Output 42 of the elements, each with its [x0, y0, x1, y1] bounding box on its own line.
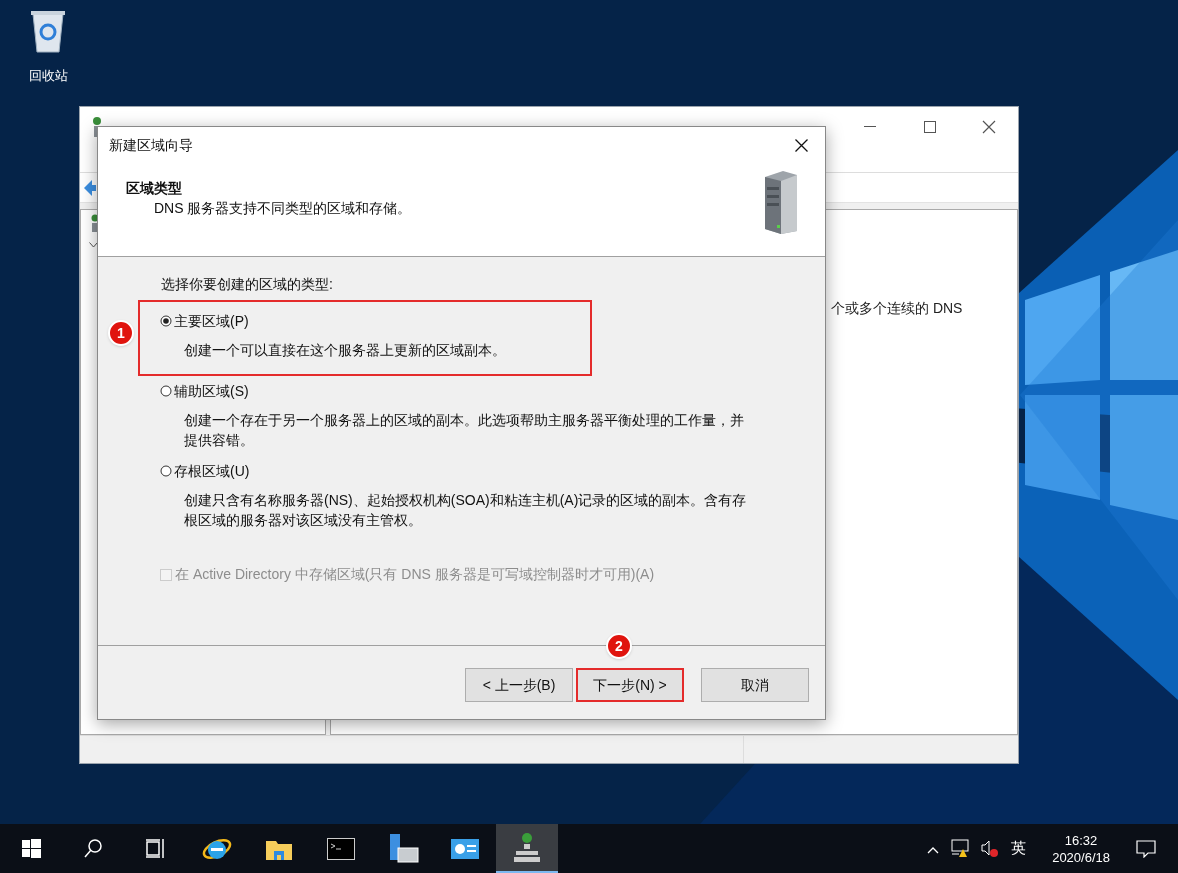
speaker-muted-icon[interactable]: [981, 839, 1000, 858]
checkbox-label: 在 Active Directory 中存储区域(只有 DNS 服务器是可写域控制器时才可用)(A): [175, 565, 655, 584]
chevron-down-icon[interactable]: [89, 242, 98, 248]
server-toolbox-icon: [387, 834, 419, 863]
radio-button[interactable]: [160, 315, 172, 327]
network-tree-icon: [513, 832, 541, 863]
description-text: 个或多个连续的 DNS: [831, 300, 963, 316]
notification-icon[interactable]: [1136, 839, 1156, 858]
page-subtitle: DNS 服务器支持不同类型的区域和存储。: [154, 199, 413, 218]
maximize-icon[interactable]: [924, 120, 936, 133]
dialog-button[interactable]: 取消: [701, 668, 809, 702]
dialog-button[interactable]: 下一步(N) >: [576, 668, 684, 702]
search-icon: [84, 839, 102, 858]
dialog-button[interactable]: < 上一步(B): [465, 668, 573, 702]
option-label[interactable]: 主要区域(P): [174, 310, 249, 332]
step-badge: 2: [606, 633, 632, 659]
page-heading: 区域类型: [126, 179, 183, 198]
taskbar-button[interactable]: [496, 824, 558, 873]
back-arrow-icon[interactable]: [84, 179, 96, 196]
minimize-icon[interactable]: [864, 125, 876, 128]
recycle-bin-icon[interactable]: [29, 8, 67, 54]
dashboard-icon: [451, 836, 479, 861]
option-description: 创建一个可以直接在这个服务器上更新的区域副本。: [184, 341, 507, 360]
clock-date[interactable]: 2020/6/18: [1052, 848, 1110, 866]
radio-button[interactable]: [160, 465, 172, 477]
prompt-text: 选择你要创建的区域的类型:: [161, 275, 334, 294]
option-label[interactable]: 辅助区域(S): [174, 380, 249, 402]
close-icon[interactable]: [795, 139, 808, 152]
close-icon[interactable]: [982, 119, 996, 134]
option-description: 创建一个存在于另一个服务器上的区域的副本。此选项帮助主服务器平衡处理的工作量，并提供容错。: [184, 411, 745, 450]
task-view-icon: [145, 839, 165, 858]
windows-logo-icon: [21, 839, 41, 858]
terminal-icon: [327, 837, 355, 860]
step-badge: 1: [108, 320, 134, 346]
desktop-icon-label[interactable]: 回收站: [28, 66, 68, 86]
radio-button[interactable]: [160, 385, 172, 397]
option-label[interactable]: 存根区域(U): [174, 460, 250, 482]
dialog-title: 新建区域向导: [109, 136, 193, 155]
clock-time[interactable]: 16:32: [1064, 831, 1098, 849]
input-language-indicator[interactable]: 英: [1011, 837, 1027, 860]
network-warning-icon[interactable]: [951, 839, 970, 858]
option-description: 创建只含有名称服务器(NS)、起始授权机构(SOA)和粘连主机(A)记录的区域的副本。含有存根区域的服务器对该区域没有主管权。: [184, 491, 748, 530]
